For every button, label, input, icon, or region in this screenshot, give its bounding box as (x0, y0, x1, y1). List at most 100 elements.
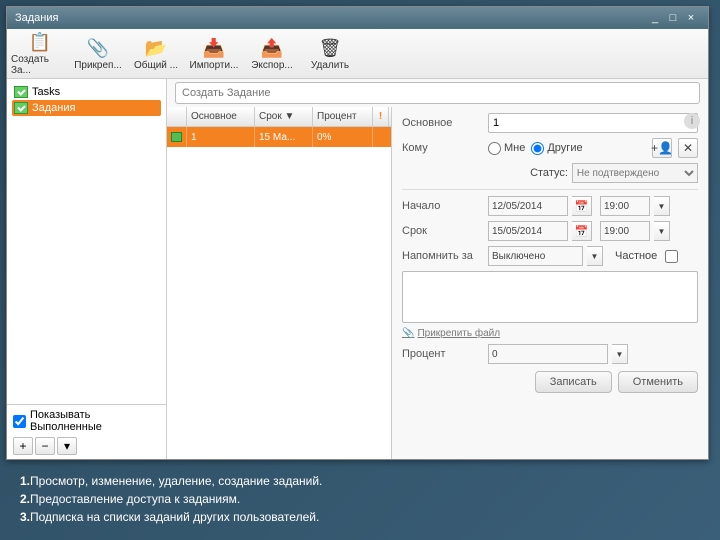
add-list-button[interactable]: + (13, 437, 33, 455)
attach-file-link[interactable]: 📎 Прикрепить файл (402, 328, 698, 339)
task-lists-tree: Tasks Задания (7, 79, 166, 404)
caption-3: Подписка на списки заданий других пользо… (30, 510, 319, 524)
share-icon: 📂 (144, 36, 168, 60)
private-checkbox[interactable] (665, 250, 678, 263)
row-to: Кому Мне Другие +👤 ✕ (402, 138, 698, 158)
calendar-icon[interactable]: 📅 (572, 196, 592, 216)
row-main: Основное (402, 113, 698, 133)
radio-others[interactable]: Другие (531, 142, 582, 155)
start-date-input[interactable]: 12/05/2014 (488, 196, 568, 216)
row-start: Начало 12/05/2014 📅 19:00 ▼ (402, 196, 698, 216)
status-select[interactable]: Не подтверждено (572, 163, 698, 183)
save-button[interactable]: Записать (535, 371, 612, 393)
window-title: Задания (15, 12, 646, 24)
cancel-button[interactable]: Отменить (618, 371, 698, 393)
list-icon (14, 102, 28, 114)
row-due: Срок 15/05/2014 📅 19:00 ▼ (402, 221, 698, 241)
col-due[interactable]: Срок ▼ (255, 107, 313, 126)
share-button[interactable]: 📂 Общий ... (127, 31, 185, 76)
show-done-label: Показывать Выполненные (30, 409, 160, 433)
action-bar: Записать Отменить (402, 369, 698, 393)
col-pct[interactable]: Процент (313, 107, 373, 126)
close-button[interactable]: × (682, 12, 700, 24)
due-time-input[interactable]: 19:00 (600, 221, 650, 241)
split-pane: Основное Срок ▼ Процент ! 1 15 Ма... 0% (167, 107, 708, 459)
list-options-button[interactable]: ▾ (57, 437, 77, 455)
col-flag[interactable]: ! (373, 107, 389, 126)
label-remind: Напомнить за (402, 250, 482, 262)
show-done-checkbox[interactable]: Показывать Выполненные (13, 409, 160, 433)
sidebar-item-label: Задания (32, 102, 75, 114)
list-header: Основное Срок ▼ Процент ! (167, 107, 391, 127)
cell-pct: 0% (313, 127, 373, 147)
show-done-input[interactable] (13, 415, 26, 428)
task-list: Основное Срок ▼ Процент ! 1 15 Ма... 0% (167, 107, 392, 459)
task-row-icon (171, 132, 182, 142)
sidebar-item-label: Tasks (32, 86, 60, 98)
quick-create-input[interactable] (175, 82, 700, 104)
list-body[interactable]: 1 15 Ма... 0% (167, 127, 391, 459)
attach-label: Прикреп... (74, 60, 122, 71)
col-icon[interactable] (167, 107, 187, 126)
clear-user-button[interactable]: ✕ (678, 138, 698, 158)
toolbar: 📋 Создать За... 📎 Прикреп... 📂 Общий ...… (7, 29, 708, 79)
paperclip-icon: 📎 (402, 328, 414, 339)
row-pct: Процент 0 ▼ (402, 344, 698, 364)
info-icon[interactable]: i (684, 113, 700, 129)
remind-select[interactable]: Выключено (488, 246, 583, 266)
due-date-input[interactable]: 15/05/2014 (488, 221, 568, 241)
remove-list-button[interactable]: − (35, 437, 55, 455)
label-main: Основное (402, 117, 482, 129)
attach-icon: 📎 (86, 36, 110, 60)
table-row[interactable]: 1 15 Ма... 0% (167, 127, 391, 147)
caption-1: Просмотр, изменение, удаление, создание … (30, 474, 322, 488)
calendar-icon[interactable]: 📅 (572, 221, 592, 241)
label-due: Срок (402, 225, 482, 237)
import-button[interactable]: 📥 Импорти... (185, 31, 243, 76)
radio-me[interactable]: Мне (488, 142, 525, 155)
description-field[interactable] (402, 271, 698, 323)
export-button[interactable]: 📤 Экспор... (243, 31, 301, 76)
minimize-button[interactable]: _ (646, 12, 664, 24)
main-panel: Основное Срок ▼ Процент ! 1 15 Ма... 0% (167, 79, 708, 459)
export-icon: 📤 (260, 36, 284, 60)
cell-main: 1 (187, 127, 255, 147)
create-task-label: Создать За... (11, 54, 69, 76)
main-field[interactable] (488, 113, 698, 133)
list-icon (14, 86, 28, 98)
chevron-down-icon[interactable]: ▼ (654, 221, 670, 241)
slide-captions: 1.Просмотр, изменение, удаление, создани… (20, 472, 322, 526)
attach-button[interactable]: 📎 Прикреп... (69, 31, 127, 76)
delete-label: Удалить (311, 60, 349, 71)
create-task-button[interactable]: 📋 Создать За... (11, 31, 69, 76)
delete-button[interactable]: 🗑 Удалить (301, 31, 359, 76)
maximize-button[interactable]: □ (664, 12, 682, 24)
trash-icon: 🗑 (318, 36, 342, 60)
col-main[interactable]: Основное (187, 107, 255, 126)
label-status: Статус: (530, 167, 568, 179)
sidebar-item-zadaniya[interactable]: Задания (12, 100, 161, 116)
label-to: Кому (402, 142, 482, 154)
chevron-down-icon[interactable]: ▼ (612, 344, 628, 364)
percent-input[interactable]: 0 (488, 344, 608, 364)
row-remind: Напомнить за Выключено ▼ Частное (402, 246, 698, 266)
sidebar: Tasks Задания Показывать Выполненные + −… (7, 79, 167, 459)
chevron-down-icon[interactable]: ▼ (587, 246, 603, 266)
import-icon: 📥 (202, 36, 226, 60)
label-start: Начало (402, 200, 482, 212)
new-task-icon: 📋 (28, 31, 52, 54)
body: Tasks Задания Показывать Выполненные + −… (7, 79, 708, 459)
task-detail: i Основное Кому Мне Другие +👤 ✕ (392, 107, 708, 459)
sidebar-footer: Показывать Выполненные + − ▾ (7, 404, 166, 459)
cell-due: 15 Ма... (255, 127, 313, 147)
tasks-window: Задания _ □ × 📋 Создать За... 📎 Прикреп.… (6, 6, 709, 460)
label-private: Частное (615, 250, 657, 262)
add-user-button[interactable]: +👤 (652, 138, 672, 158)
share-label: Общий ... (134, 60, 178, 71)
label-pct: Процент (402, 348, 482, 360)
sidebar-item-tasks[interactable]: Tasks (12, 84, 161, 100)
divider (402, 189, 698, 190)
chevron-down-icon[interactable]: ▼ (654, 196, 670, 216)
start-time-input[interactable]: 19:00 (600, 196, 650, 216)
row-status: Статус: Не подтверждено (402, 163, 698, 183)
